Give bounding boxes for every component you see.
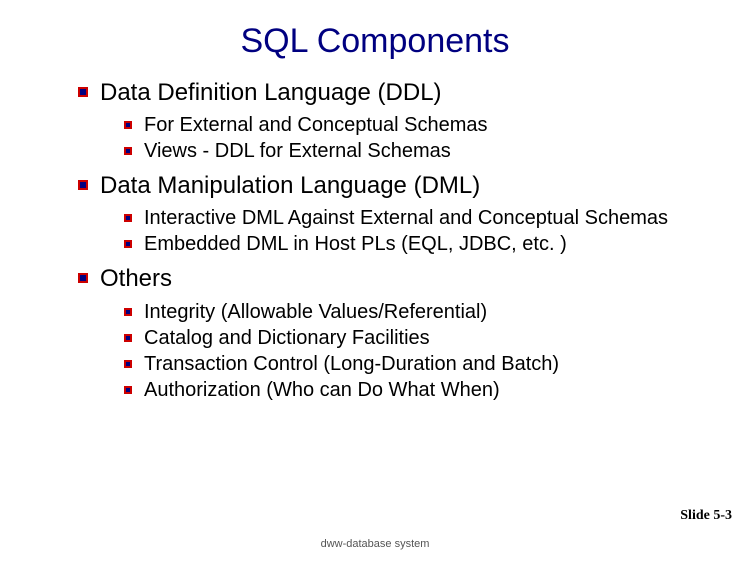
list-item-label: Authorization (Who can Do What When) — [144, 377, 690, 403]
bullet-icon — [78, 87, 88, 97]
slide-footer: dww-database system — [0, 538, 750, 550]
list-item: Embedded DML in Host PLs (EQL, JDBC, etc… — [124, 231, 690, 257]
list-item: Authorization (Who can Do What When) — [124, 377, 690, 403]
outline-level1: Data Definition Language (DDL) For Exter… — [78, 77, 690, 403]
list-item-label: Integrity (Allowable Values/Referential) — [144, 299, 690, 325]
bullet-icon — [124, 334, 132, 342]
list-item: Transaction Control (Long-Duration and B… — [124, 351, 690, 377]
slide-number: Slide 5-3 — [680, 508, 732, 524]
bullet-icon — [124, 121, 132, 129]
section-others: Others Integrity (Allowable Values/Refer… — [78, 263, 690, 402]
list-item: Catalog and Dictionary Facilities — [124, 325, 690, 351]
bullet-icon — [124, 360, 132, 368]
bullet-icon — [78, 180, 88, 190]
outline-level2: Interactive DML Against External and Con… — [100, 205, 690, 257]
slide-title: SQL Components — [0, 0, 750, 71]
list-item-label: Views - DDL for External Schemas — [144, 138, 690, 164]
bullet-icon — [124, 308, 132, 316]
bullet-icon — [78, 273, 88, 283]
list-item-label: Interactive DML Against External and Con… — [144, 205, 690, 231]
bullet-icon — [124, 386, 132, 394]
list-item-label: Embedded DML in Host PLs (EQL, JDBC, etc… — [144, 231, 690, 257]
outline-level2: Integrity (Allowable Values/Referential)… — [100, 299, 690, 403]
outline-level2: For External and Conceptual Schemas View… — [100, 112, 690, 164]
list-item-label: Transaction Control (Long-Duration and B… — [144, 351, 690, 377]
section-dml: Data Manipulation Language (DML) Interac… — [78, 170, 690, 257]
section-ddl: Data Definition Language (DDL) For Exter… — [78, 77, 690, 164]
list-item-label: Catalog and Dictionary Facilities — [144, 325, 690, 351]
list-item: Interactive DML Against External and Con… — [124, 205, 690, 231]
bullet-icon — [124, 147, 132, 155]
list-item: Views - DDL for External Schemas — [124, 138, 690, 164]
slide-content: Data Definition Language (DDL) For Exter… — [0, 77, 750, 403]
list-item-label: For External and Conceptual Schemas — [144, 112, 690, 138]
slide: SQL Components Data Definition Language … — [0, 0, 750, 570]
section-heading: Data Manipulation Language (DML) — [100, 170, 690, 201]
section-heading: Data Definition Language (DDL) — [100, 77, 690, 108]
bullet-icon — [124, 214, 132, 222]
list-item: For External and Conceptual Schemas — [124, 112, 690, 138]
bullet-icon — [124, 240, 132, 248]
section-heading: Others — [100, 263, 690, 294]
list-item: Integrity (Allowable Values/Referential) — [124, 299, 690, 325]
